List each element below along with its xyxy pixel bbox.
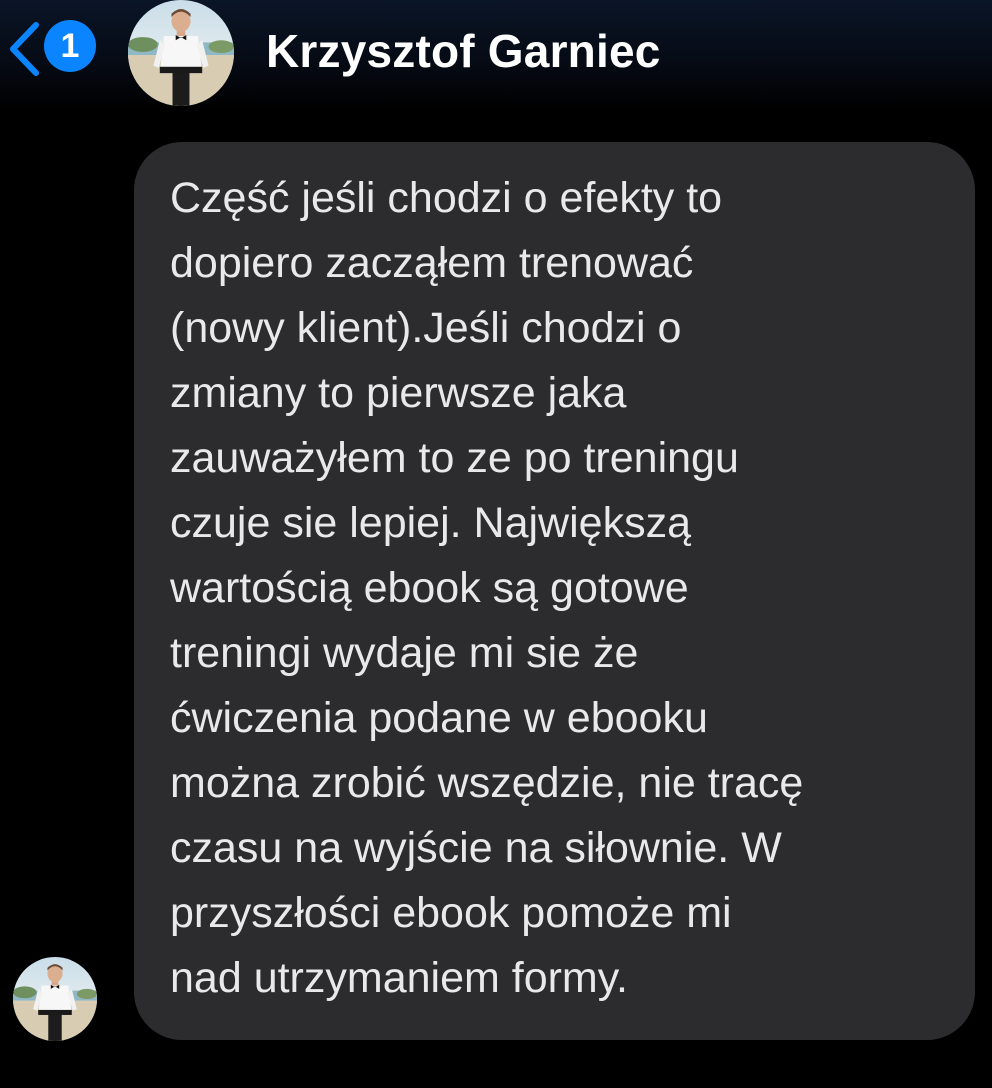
avatar-photo xyxy=(13,957,97,1041)
back-button[interactable]: 1 xyxy=(0,14,100,86)
sender-avatar[interactable] xyxy=(13,957,97,1041)
message-text: Część jeśli chodzi o efekty to dopiero z… xyxy=(170,174,804,1002)
chat-screen: 1 Krzysztof Garniec Część jeśli chodzi o… xyxy=(0,0,992,1088)
contact-avatar[interactable] xyxy=(128,0,234,106)
chevron-left-icon xyxy=(10,22,39,76)
incoming-message-bubble[interactable]: Część jeśli chodzi o efekty to dopiero z… xyxy=(134,142,975,1040)
avatar-photo xyxy=(128,0,234,106)
chat-header: 1 Krzysztof Garniec xyxy=(0,0,992,110)
contact-name[interactable]: Krzysztof Garniec xyxy=(266,24,661,78)
unread-count-badge: 1 xyxy=(44,20,96,72)
